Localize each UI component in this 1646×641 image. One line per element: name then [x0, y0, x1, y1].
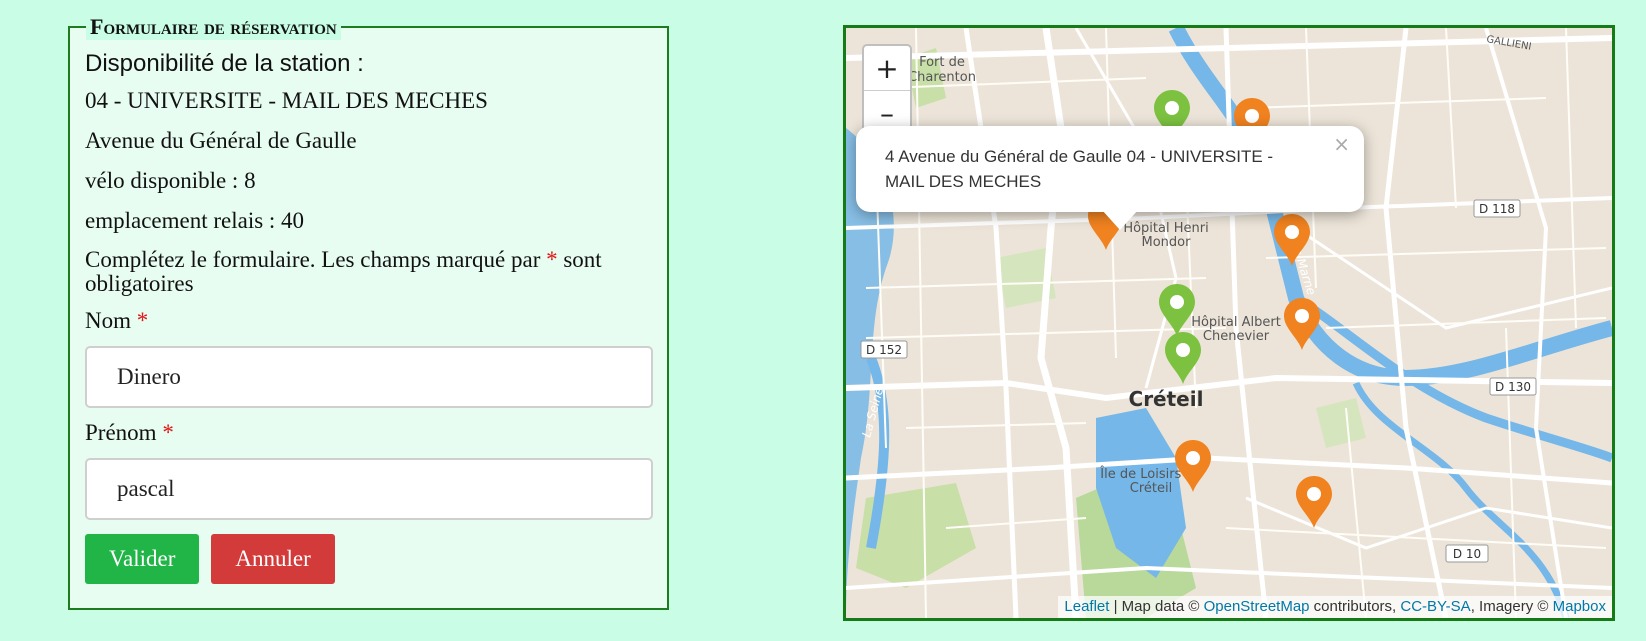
label-mondor: Mondor — [1142, 235, 1192, 250]
prenom-required-asterisk: * — [162, 420, 174, 445]
mapbox-link[interactable]: Mapbox — [1553, 598, 1606, 615]
bikes-available: vélo disponible : 8 — [85, 168, 256, 193]
attribution-text: | Map data © — [1109, 598, 1204, 615]
prenom-label: Prénom * — [85, 420, 655, 446]
popup-text: 4 Avenue du Général de Gaulle 04 - UNIVE… — [885, 147, 1274, 191]
label-ile-loisirs-creteil: Créteil — [1130, 481, 1172, 496]
map-tiles[interactable]: Fort de Charenton GALLIENI Hôpital Henri… — [846, 28, 1612, 618]
road-d10: D 10 — [1453, 547, 1481, 561]
availability-title: Disponibilité de la station : — [85, 50, 364, 77]
form-buttons: Valider Annuler — [85, 534, 655, 584]
required-asterisk: * — [546, 247, 558, 272]
cc-by-sa-link[interactable]: CC-BY-SA — [1400, 598, 1470, 615]
form-legend: Formulaire de réservation — [86, 14, 341, 40]
form-instructions: Complétez le formulaire. Les champs marq… — [85, 248, 655, 296]
zoom-control: + – — [862, 44, 912, 137]
submit-button[interactable]: Valider — [85, 534, 200, 584]
station-address: Avenue du Général de Gaulle — [85, 128, 357, 153]
nom-label-text: Nom — [85, 308, 131, 333]
label-creteil: Créteil — [1129, 387, 1204, 411]
cancel-button[interactable]: Annuler — [211, 534, 335, 584]
zoom-in-button[interactable]: + — [864, 46, 910, 90]
map-attribution: Leaflet | Map data © OpenStreetMap contr… — [1058, 596, 1612, 618]
nom-input[interactable] — [85, 346, 653, 408]
road-d130: D 130 — [1495, 380, 1531, 394]
station-name: 04 - UNIVERSITE - MAIL DES MECHES — [85, 88, 488, 113]
attribution-text: contributors, — [1309, 598, 1401, 615]
station-popup: 4 Avenue du Général de Gaulle 04 - UNIVE… — [856, 126, 1364, 230]
road-d118: D 118 — [1479, 202, 1515, 216]
station-map[interactable]: Fort de Charenton GALLIENI Hôpital Henri… — [843, 25, 1615, 621]
reservation-form: Formulaire de réservation Disponibilité … — [68, 14, 669, 610]
label-charenton: Charenton — [908, 70, 976, 85]
instructions-text: Complétez le formulaire. Les champs marq… — [85, 247, 541, 272]
close-icon[interactable]: × — [1333, 132, 1350, 156]
road-d152: D 152 — [866, 343, 902, 357]
nom-required-asterisk: * — [136, 308, 149, 333]
nom-label: Nom * — [85, 308, 655, 334]
relay-slots: emplacement relais : 40 — [85, 208, 305, 233]
label-chenevier: Chenevier — [1203, 329, 1270, 344]
attribution-text: , Imagery © — [1470, 598, 1553, 615]
popup-tip — [1102, 210, 1138, 230]
prenom-label-text: Prénom — [85, 420, 157, 445]
form-content: Disponibilité de la station : 04 - UNIVE… — [85, 50, 655, 584]
prenom-input[interactable] — [85, 458, 653, 520]
label-fort-de: Fort de — [919, 55, 965, 70]
openstreetmap-link[interactable]: OpenStreetMap — [1204, 598, 1310, 615]
leaflet-link[interactable]: Leaflet — [1064, 598, 1109, 615]
label-hopital-albert: Hôpital Albert — [1191, 315, 1281, 330]
